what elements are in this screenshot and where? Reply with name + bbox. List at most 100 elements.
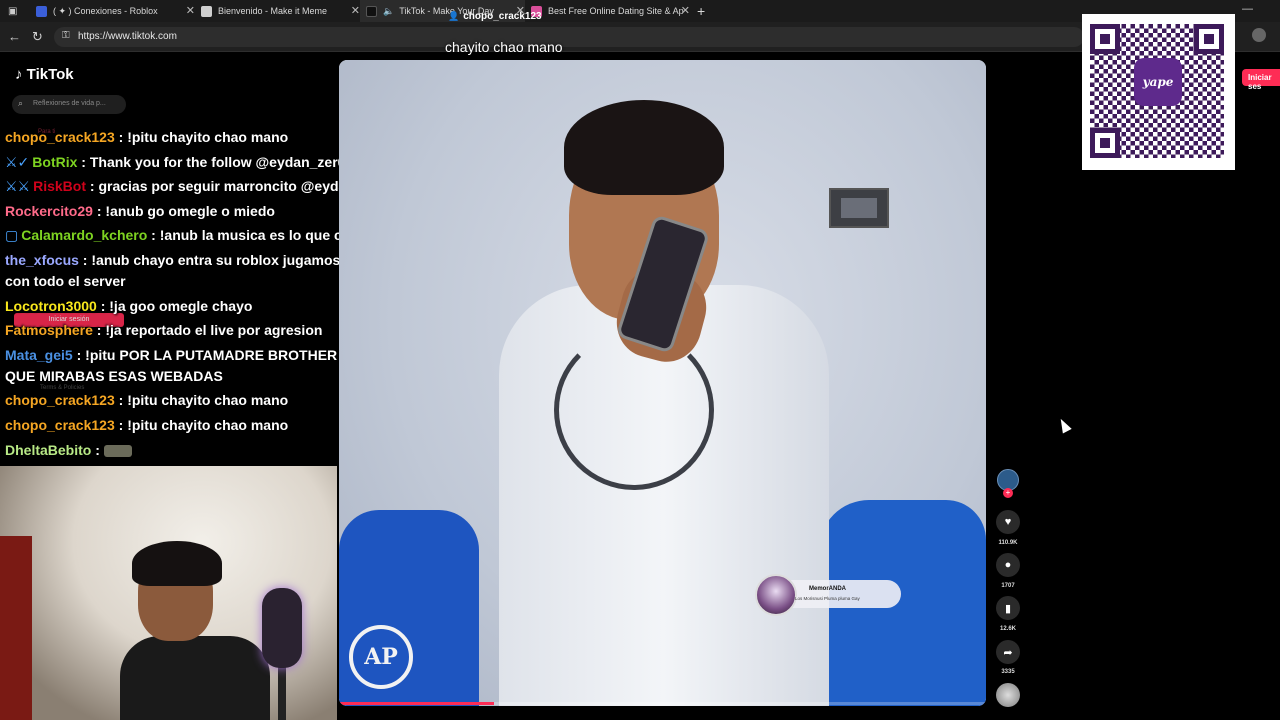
chat-username[interactable]: chopo_crack123 — [5, 417, 115, 433]
back-arrow-icon[interactable]: ← — [8, 29, 21, 44]
shares-count: 3335 — [1001, 669, 1015, 675]
speaker-icon[interactable]: 🔈 — [383, 6, 394, 17]
yape-logo: yape — [1134, 58, 1182, 106]
chat-separator: : — [92, 202, 106, 219]
share-icon[interactable]: ➦ — [996, 640, 1020, 664]
tab-dating-site[interactable]: Best Free Online Dating Site & Ap ✕ — [525, 0, 690, 22]
chat-username[interactable]: Mata_gei5 — [5, 347, 73, 363]
wall-panel-screen — [841, 198, 877, 218]
follow-plus-icon[interactable]: + — [1003, 488, 1013, 498]
tiktok-favicon-icon — [366, 5, 377, 17]
comment-icon[interactable]: ● — [996, 553, 1020, 577]
qr-finder — [1194, 24, 1224, 54]
chat-text: !ja goo omegle chayo — [109, 297, 253, 314]
streamer-webcam — [0, 466, 337, 720]
meme-favicon-icon — [201, 5, 212, 17]
chat-separator: : — [86, 178, 99, 195]
qr-finder — [1090, 128, 1120, 158]
tab-roblox[interactable]: ( ✦ ) Conexiones - Roblox ✕ — [30, 0, 195, 22]
chat-username[interactable]: the_xfocus — [5, 252, 79, 268]
top-login-button[interactable]: Iniciar ses — [1242, 69, 1280, 91]
user-icon: 👤 — [448, 11, 460, 21]
chat-separator: : — [91, 441, 104, 458]
chat-separator: : — [114, 416, 128, 433]
chat-badge-icon: ▢ — [5, 227, 19, 244]
profile-avatar[interactable] — [1252, 28, 1266, 42]
chat-username[interactable]: DheltaBebito — [5, 442, 91, 458]
tiktok-video-player[interactable]: AP MemorANDA Los Morisnusi Pluma pluma G… — [339, 60, 986, 706]
watermark-logo: AP — [349, 625, 413, 689]
tab-label: Bienvenido - Make it Meme — [218, 6, 328, 16]
music-info[interactable]: MemorANDA Los Morisnusi Pluma pluma Gay — [755, 574, 901, 616]
chat-username[interactable]: Calamardo_kchero — [21, 227, 147, 243]
url-field[interactable] — [54, 27, 1084, 47]
likes-count: 110.9K — [998, 540, 1018, 546]
mouse-cursor-icon — [1056, 416, 1072, 434]
chat-separator: : — [114, 392, 128, 409]
close-tab-icon[interactable]: ✕ — [186, 4, 195, 17]
chat-username[interactable]: RiskBot — [33, 178, 86, 194]
tab-actions-icon[interactable]: ▣ — [8, 0, 24, 22]
chat-text: !anub go omegle o miedo — [105, 202, 275, 219]
music-disc-icon[interactable] — [996, 683, 1020, 707]
wall-panel — [829, 188, 889, 228]
chat-username[interactable]: Locotron3000 — [5, 298, 97, 314]
chat-badge-icon: ⚔✓ — [5, 153, 30, 170]
chat-username[interactable]: chopo_crack123 — [5, 392, 115, 408]
url-text: https://www.tiktok.com — [78, 31, 177, 42]
microphone-icon — [262, 588, 302, 668]
tab-make-it-meme[interactable]: Bienvenido - Make it Meme ✕ — [195, 0, 360, 22]
streamer-hair — [132, 541, 222, 586]
tab-label: Best Free Online Dating Site & Ap — [548, 6, 684, 16]
chat-separator: : — [92, 322, 106, 339]
top-username: 👤 chopo_crack123 — [448, 11, 542, 22]
chat-username[interactable]: Fatmosphere — [5, 322, 93, 338]
chat-username[interactable]: chopo_crack123 — [5, 129, 115, 145]
qr-finder — [1090, 24, 1120, 54]
chat-text: !pitu chayito chao mano — [127, 392, 289, 409]
chat-separator: : — [78, 251, 92, 268]
streamer-body — [120, 636, 270, 720]
music-subtitle: Los Morisnusi Pluma pluma Gay — [795, 596, 860, 601]
top-username-text: chopo_crack123 — [463, 11, 542, 22]
music-avatar — [755, 574, 797, 616]
new-tab-button[interactable]: + — [697, 0, 711, 22]
chat-text: !pitu chayito chao mano — [127, 416, 289, 433]
video-progress-bar[interactable] — [339, 702, 986, 705]
bookmark-icon[interactable]: ▮ — [996, 596, 1020, 620]
heart-icon[interactable]: ♥ — [996, 510, 1020, 534]
doctor-hair — [564, 100, 724, 195]
chat-badge-icon: ⚔⚔ — [5, 178, 31, 195]
chat-text: Thank you for the follow @eydan_zer0 — [89, 153, 346, 170]
chat-separator: : — [72, 346, 86, 363]
search-placeholder: Reflexiones de vida p... — [33, 100, 106, 107]
chat-text: !ja reportado el live por agresion — [105, 322, 323, 339]
chat-emote-icon — [103, 444, 132, 457]
search-input[interactable]: ⌕ Reflexiones de vida p... — [12, 95, 126, 114]
close-tab-icon[interactable]: ✕ — [351, 4, 360, 17]
comments-count: 1707 — [1001, 583, 1015, 589]
tiktok-logo-text: TikTok — [26, 66, 74, 83]
yape-qr-code: yape — [1082, 14, 1235, 170]
stethoscope — [554, 330, 714, 490]
chat-username[interactable]: BotRix — [32, 154, 77, 170]
close-tab-icon[interactable]: ✕ — [681, 4, 690, 17]
chat-separator: : — [77, 153, 90, 170]
chat-separator: : — [114, 129, 128, 145]
saves-count: 12.6K — [999, 626, 1016, 632]
tiktok-logo[interactable]: ♪ TikTok — [15, 66, 74, 83]
stream-caption: chayito chao mano — [445, 39, 563, 55]
webcam-shelf — [0, 536, 32, 720]
streamer — [120, 541, 270, 720]
mic-stand — [278, 661, 286, 720]
site-info-icon[interactable]: ⚿ — [62, 30, 70, 41]
chat-separator: : — [96, 297, 110, 314]
roblox-favicon-icon — [36, 5, 47, 17]
music-title: MemorANDA — [809, 586, 847, 592]
tiktok-note-icon: ♪ — [15, 66, 23, 83]
minimize-icon[interactable]: — — [1242, 3, 1253, 15]
refresh-icon[interactable]: ↻ — [32, 29, 43, 45]
chat-username[interactable]: Rockercito29 — [5, 203, 93, 219]
chat-separator: : — [147, 227, 160, 244]
tab-label: ( ✦ ) Conexiones - Roblox — [53, 5, 158, 16]
